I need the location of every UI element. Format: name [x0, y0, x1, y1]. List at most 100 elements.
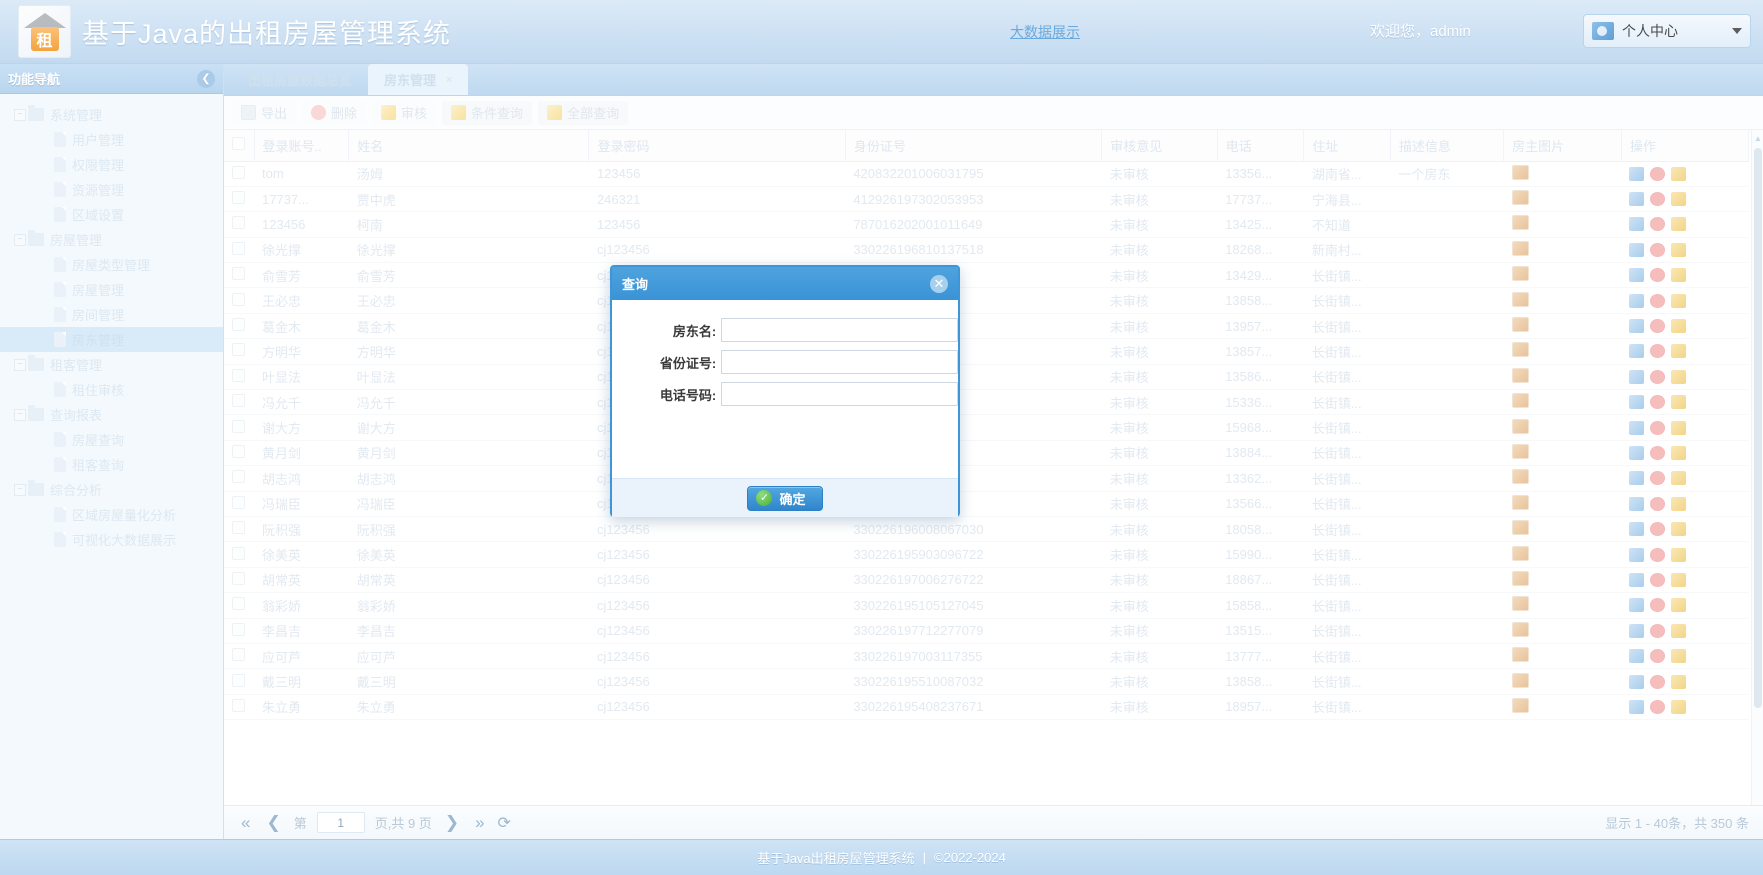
first-page-button[interactable]: « — [238, 813, 253, 833]
row-checkbox[interactable] — [232, 597, 245, 611]
column-header-address[interactable]: 住址 — [1303, 130, 1391, 162]
page-number-input[interactable] — [316, 812, 365, 833]
edit-icon[interactable] — [1671, 471, 1687, 486]
tree-toggle-icon[interactable]: − — [14, 408, 26, 421]
table-row[interactable]: 17737... 贾中虎 246321 412926197302053953 未审核 17… — [224, 186, 1749, 213]
sidebar-item-10[interactable]: − 租客管理 — [0, 352, 223, 377]
row-checkbox-cell[interactable] — [224, 465, 255, 492]
row-checkbox[interactable] — [232, 267, 245, 281]
row-checkbox-cell[interactable] — [224, 186, 255, 213]
row-checkbox[interactable] — [232, 368, 245, 382]
remove-icon[interactable] — [1650, 166, 1666, 181]
remove-icon[interactable] — [1650, 268, 1666, 283]
detail-icon[interactable] — [1629, 674, 1645, 689]
row-checkbox-cell[interactable] — [224, 541, 255, 568]
table-row[interactable]: 叶显法叶显法cj1234未审核13586...长街镇... — [224, 364, 1749, 391]
edit-icon[interactable] — [1671, 420, 1687, 435]
detail-icon[interactable] — [1629, 293, 1645, 308]
table-row[interactable]: 冯瑞臣冯瑞臣cj1234未审核13566...长街镇... — [224, 491, 1749, 517]
remove-icon[interactable] — [1650, 319, 1666, 334]
detail-icon[interactable] — [1629, 496, 1645, 511]
owner-photo-thumbnail-icon[interactable] — [1511, 418, 1529, 434]
vertical-scrollbar[interactable]: ▲ ▼ — [1751, 130, 1763, 839]
owner-photo-thumbnail-icon[interactable] — [1511, 443, 1529, 459]
remove-icon[interactable] — [1650, 674, 1666, 689]
table-row[interactable]: tom 汤姆 123456 420832201006031795 未审核 13356...… — [224, 161, 1749, 187]
detail-icon[interactable] — [1629, 395, 1645, 410]
row-checkbox-cell[interactable] — [224, 237, 255, 264]
sidebar-item-12[interactable]: − 查询报表 — [0, 402, 223, 427]
remove-icon[interactable] — [1650, 369, 1666, 384]
detail-icon[interactable] — [1629, 445, 1645, 460]
column-header-name[interactable]: 姓名 — [348, 130, 590, 162]
owner-photo-thumbnail-icon[interactable] — [1511, 291, 1529, 307]
row-checkbox-cell[interactable] — [224, 567, 255, 594]
owner-photo-thumbnail-icon[interactable] — [1511, 697, 1529, 713]
column-header-idcard[interactable]: 身份证号 — [845, 130, 1103, 162]
detail-icon[interactable] — [1629, 319, 1645, 334]
owner-photo-thumbnail-icon[interactable] — [1511, 164, 1529, 180]
edit-icon[interactable] — [1671, 166, 1687, 181]
remove-icon[interactable] — [1650, 395, 1666, 410]
edit-icon[interactable] — [1671, 547, 1687, 562]
edit-icon[interactable] — [1671, 268, 1687, 283]
dialog-field-input-1[interactable] — [721, 350, 958, 374]
sidebar-item-8[interactable]: 房间管理 — [0, 302, 223, 327]
owner-photo-thumbnail-icon[interactable] — [1511, 647, 1529, 663]
owner-photo-thumbnail-icon[interactable] — [1511, 570, 1529, 586]
sidebar-item-11[interactable]: 租住审核 — [0, 377, 223, 402]
row-checkbox-cell[interactable] — [224, 440, 255, 467]
remove-icon[interactable] — [1650, 649, 1666, 664]
row-checkbox[interactable] — [232, 698, 245, 712]
column-header-phone[interactable]: 电话 — [1217, 130, 1305, 162]
row-checkbox-cell[interactable] — [224, 643, 255, 670]
edit-icon[interactable] — [1671, 699, 1687, 714]
row-checkbox[interactable] — [232, 571, 245, 585]
row-checkbox[interactable] — [232, 673, 245, 687]
row-checkbox[interactable] — [232, 470, 245, 484]
column-header-audit[interactable]: 审核意见 — [1101, 130, 1218, 162]
column-header-cb[interactable] — [224, 130, 255, 162]
toolbar-button-3[interactable]: 条件查询 — [442, 100, 533, 125]
edit-icon[interactable] — [1671, 445, 1687, 460]
owner-photo-thumbnail-icon[interactable] — [1511, 190, 1529, 206]
edit-icon[interactable] — [1671, 623, 1687, 638]
detail-icon[interactable] — [1629, 268, 1645, 283]
table-row[interactable]: 应可芦 应可芦 cj123456 330226197003117355 未审核 13777… — [224, 643, 1749, 670]
detail-icon[interactable] — [1629, 192, 1645, 207]
sidebar-item-17[interactable]: 可视化大数据展示 — [0, 527, 223, 552]
tree-toggle-icon[interactable]: − — [14, 358, 26, 371]
owner-photo-thumbnail-icon[interactable] — [1511, 215, 1529, 231]
prev-page-button[interactable]: ❮ — [263, 813, 283, 833]
refresh-icon[interactable]: ⟳ — [498, 813, 511, 833]
table-row[interactable]: 123456 柯南 123456 787016202001011649 未审核 13425… — [224, 211, 1749, 238]
chevron-down-icon[interactable] — [1732, 28, 1742, 34]
column-header-password[interactable]: 登录密码 — [588, 130, 846, 162]
table-row[interactable]: 冯允千冯允千cj1234未审核15336...长街镇... — [224, 389, 1749, 416]
sidebar-item-4[interactable]: 区域设置 — [0, 202, 223, 227]
remove-icon[interactable] — [1650, 471, 1666, 486]
sidebar-item-9[interactable]: 房东管理 — [0, 327, 223, 352]
edit-icon[interactable] — [1671, 319, 1687, 334]
table-row[interactable]: 葛金木葛金木cj1234未审核13957...长街镇... — [224, 313, 1749, 340]
owner-photo-thumbnail-icon[interactable] — [1511, 240, 1529, 256]
table-row[interactable]: 俞雪芳俞雪芳cj1234未审核13429...长街镇... — [224, 262, 1749, 289]
toolbar-button-1[interactable]: 删除 — [302, 100, 367, 125]
remove-icon[interactable] — [1650, 699, 1666, 714]
row-checkbox-cell[interactable] — [224, 161, 255, 187]
tree-toggle-icon[interactable]: − — [14, 483, 26, 496]
sidebar-item-13[interactable]: 房屋查询 — [0, 427, 223, 452]
remove-icon[interactable] — [1650, 623, 1666, 638]
row-checkbox[interactable] — [232, 241, 245, 255]
row-checkbox-cell[interactable] — [224, 287, 255, 314]
row-checkbox-cell[interactable] — [224, 262, 255, 289]
table-row[interactable]: 黄月剑黄月剑cj1234未审核13884...长街镇... — [224, 440, 1749, 467]
owner-photo-thumbnail-icon[interactable] — [1511, 393, 1529, 409]
remove-icon[interactable] — [1650, 547, 1666, 562]
remove-icon[interactable] — [1650, 445, 1666, 460]
row-checkbox-cell[interactable] — [224, 389, 255, 416]
remove-icon[interactable] — [1650, 420, 1666, 435]
owner-photo-thumbnail-icon[interactable] — [1511, 494, 1529, 510]
owner-photo-thumbnail-icon[interactable] — [1511, 520, 1529, 536]
table-row[interactable]: 方明华方明华cj1234未审核13857...长街镇... — [224, 338, 1749, 365]
